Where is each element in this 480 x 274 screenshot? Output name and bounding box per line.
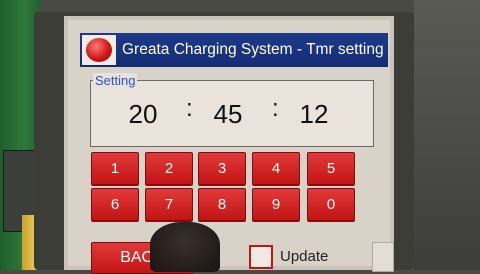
key-0[interactable]: 0 bbox=[307, 188, 355, 221]
lcd-screen: Greata Charging System - Tmr setting Set… bbox=[64, 16, 394, 274]
key-9[interactable]: 9 bbox=[252, 188, 300, 221]
red-ball-icon bbox=[86, 38, 112, 62]
time-setting-panel: Setting 20 : 45 : 12 bbox=[90, 73, 374, 147]
update-label: Update bbox=[280, 248, 329, 265]
device-edge bbox=[414, 0, 480, 270]
key-8[interactable]: 8 bbox=[198, 188, 246, 221]
key-7[interactable]: 7 bbox=[145, 188, 193, 221]
key-5[interactable]: 5 bbox=[307, 152, 355, 185]
window-title: Greata Charging System - Tmr setting bbox=[122, 41, 384, 58]
seconds-value[interactable]: 12 bbox=[294, 99, 334, 130]
key-4[interactable]: 4 bbox=[252, 152, 300, 185]
corner-box bbox=[372, 242, 394, 272]
key-3[interactable]: 3 bbox=[198, 152, 246, 185]
finger bbox=[150, 222, 220, 272]
title-bar: Greata Charging System - Tmr setting bbox=[80, 33, 388, 67]
key-2[interactable]: 2 bbox=[145, 152, 193, 185]
time-separator: : bbox=[272, 95, 279, 122]
time-separator: : bbox=[186, 95, 193, 122]
setting-label: Setting bbox=[93, 73, 138, 88]
update-checkbox[interactable] bbox=[249, 245, 273, 269]
hours-value[interactable]: 20 bbox=[123, 99, 163, 130]
key-1[interactable]: 1 bbox=[91, 152, 139, 185]
key-6[interactable]: 6 bbox=[91, 188, 139, 221]
logo bbox=[82, 35, 116, 65]
minutes-value[interactable]: 45 bbox=[208, 99, 248, 130]
